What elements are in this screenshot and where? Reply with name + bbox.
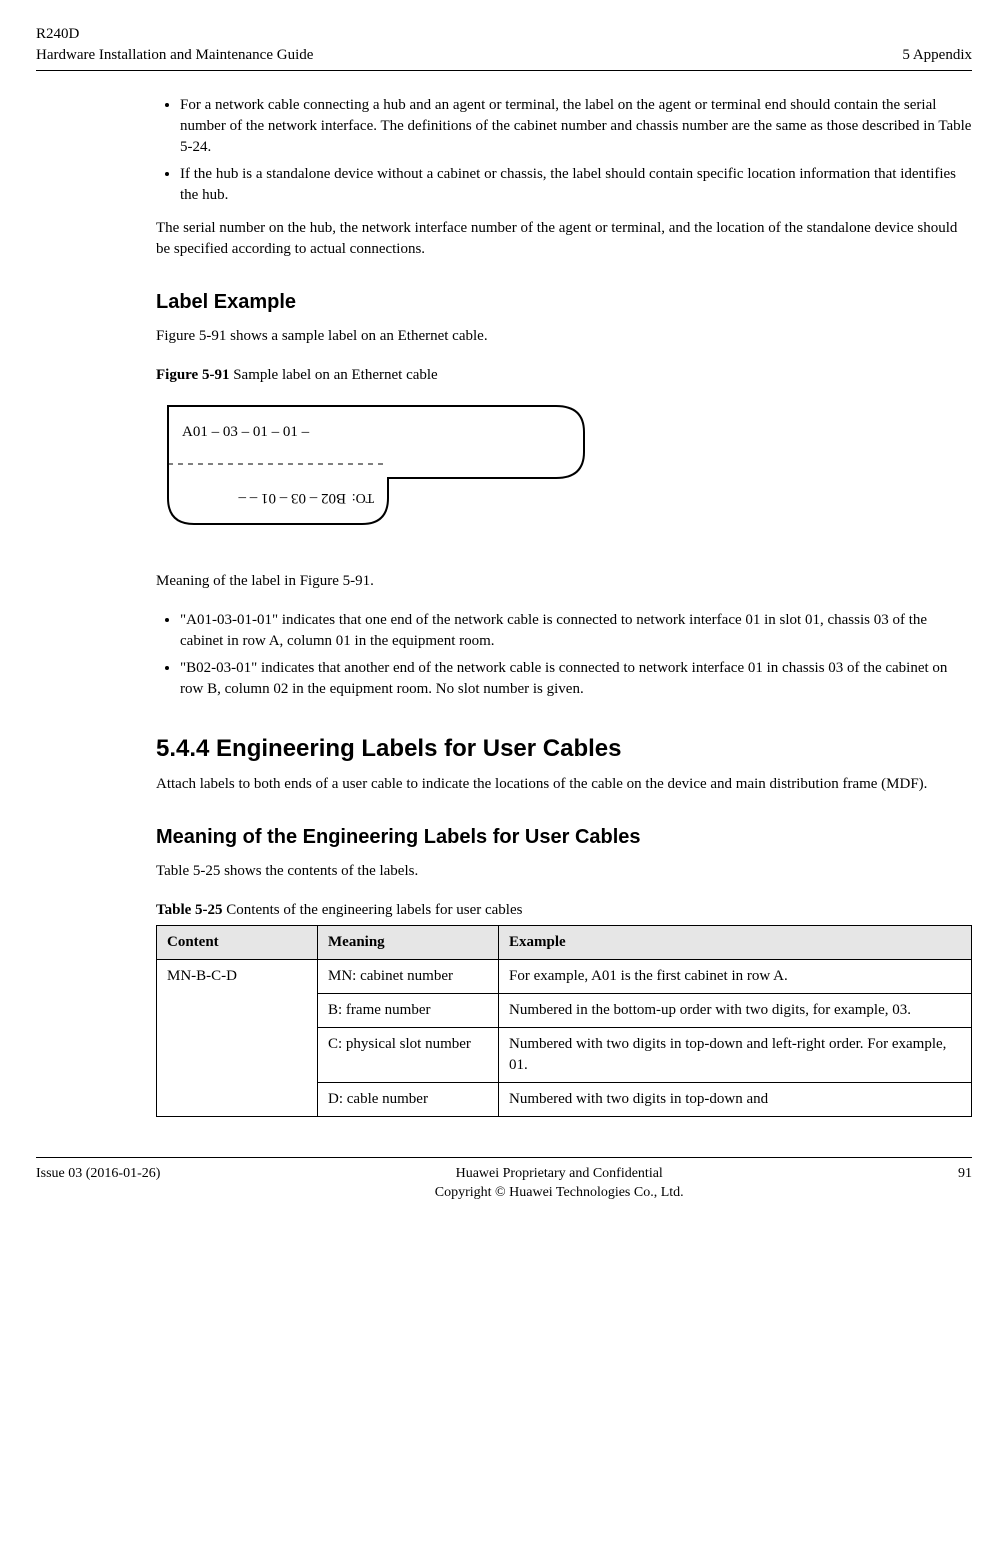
col-header-example: Example	[499, 925, 972, 959]
table-row: MN-B-C-D MN: cabinet number For example,…	[157, 959, 972, 993]
table-header-row: Content Meaning Example	[157, 925, 972, 959]
meaning-cell: MN: cabinet number	[318, 959, 499, 993]
table-caption: Table 5-25 Contents of the engineering l…	[156, 900, 972, 921]
table-label: Table 5-25	[156, 902, 223, 918]
ethernet-label-figure: A01 – 03 – 01 – 01 – TO: B02 – 03 – 01 –…	[156, 394, 972, 541]
section-544-heading: 5.4.4 Engineering Labels for User Cables	[156, 732, 972, 766]
table-caption-text: Contents of the engineering labels for u…	[223, 902, 523, 918]
figure-caption-text: Sample label on an Ethernet cable	[229, 367, 437, 383]
section-544-subheading: Meaning of the Engineering Labels for Us…	[156, 823, 972, 851]
meaning-cell: D: cable number	[318, 1082, 499, 1116]
page-header: R240D Hardware Installation and Maintena…	[36, 24, 972, 71]
label-example-heading: Label Example	[156, 288, 972, 316]
col-header-meaning: Meaning	[318, 925, 499, 959]
meaning-bullet-list: "A01-03-01-01" indicates that one end of…	[156, 610, 972, 700]
list-item: If the hub is a standalone device withou…	[180, 164, 972, 206]
section-544-subpara: Table 5-25 shows the contents of the lab…	[156, 861, 972, 882]
doc-title: Hardware Installation and Maintenance Gu…	[36, 45, 313, 66]
chapter-label: 5 Appendix	[902, 45, 972, 66]
list-item: For a network cable connecting a hub and…	[180, 95, 972, 158]
footer-proprietary: Huawei Proprietary and Confidential	[435, 1164, 684, 1184]
list-item: "B02-03-01" indicates that another end o…	[180, 658, 972, 700]
label-example-intro: Figure 5-91 shows a sample label on an E…	[156, 326, 972, 347]
figure-caption: Figure 5-91 Sample label on an Ethernet …	[156, 365, 972, 386]
label-bottom-code: B02 – 03 – 01 – –	[238, 490, 346, 506]
intro-bullet-list: For a network cable connecting a hub and…	[156, 95, 972, 206]
example-cell: Numbered in the bottom-up order with two…	[499, 993, 972, 1027]
footer-copyright: Copyright © Huawei Technologies Co., Ltd…	[435, 1183, 684, 1203]
footer-issue: Issue 03 (2016-01-26)	[36, 1164, 160, 1203]
example-cell: Numbered with two digits in top-down and…	[499, 1027, 972, 1082]
col-header-content: Content	[157, 925, 318, 959]
label-to-prefix: TO:	[352, 490, 374, 505]
page-footer: Issue 03 (2016-01-26) Huawei Proprietary…	[36, 1157, 972, 1203]
meaning-intro: Meaning of the label in Figure 5-91.	[156, 571, 972, 592]
section-544-para: Attach labels to both ends of a user cab…	[156, 774, 972, 795]
figure-label: Figure 5-91	[156, 367, 229, 383]
content-cell: MN-B-C-D	[157, 959, 318, 1116]
header-left: R240D Hardware Installation and Maintena…	[36, 24, 313, 66]
footer-page-number: 91	[958, 1164, 972, 1203]
intro-paragraph: The serial number on the hub, the networ…	[156, 218, 972, 260]
list-item: "A01-03-01-01" indicates that one end of…	[180, 610, 972, 652]
meaning-cell: B: frame number	[318, 993, 499, 1027]
example-cell: For example, A01 is the first cabinet in…	[499, 959, 972, 993]
example-cell: Numbered with two digits in top-down and	[499, 1082, 972, 1116]
labels-table: Content Meaning Example MN-B-C-D MN: cab…	[156, 925, 972, 1117]
product-code: R240D	[36, 24, 313, 45]
meaning-cell: C: physical slot number	[318, 1027, 499, 1082]
label-top-text: A01 – 03 – 01 – 01 –	[182, 424, 310, 440]
footer-center: Huawei Proprietary and Confidential Copy…	[435, 1164, 684, 1203]
